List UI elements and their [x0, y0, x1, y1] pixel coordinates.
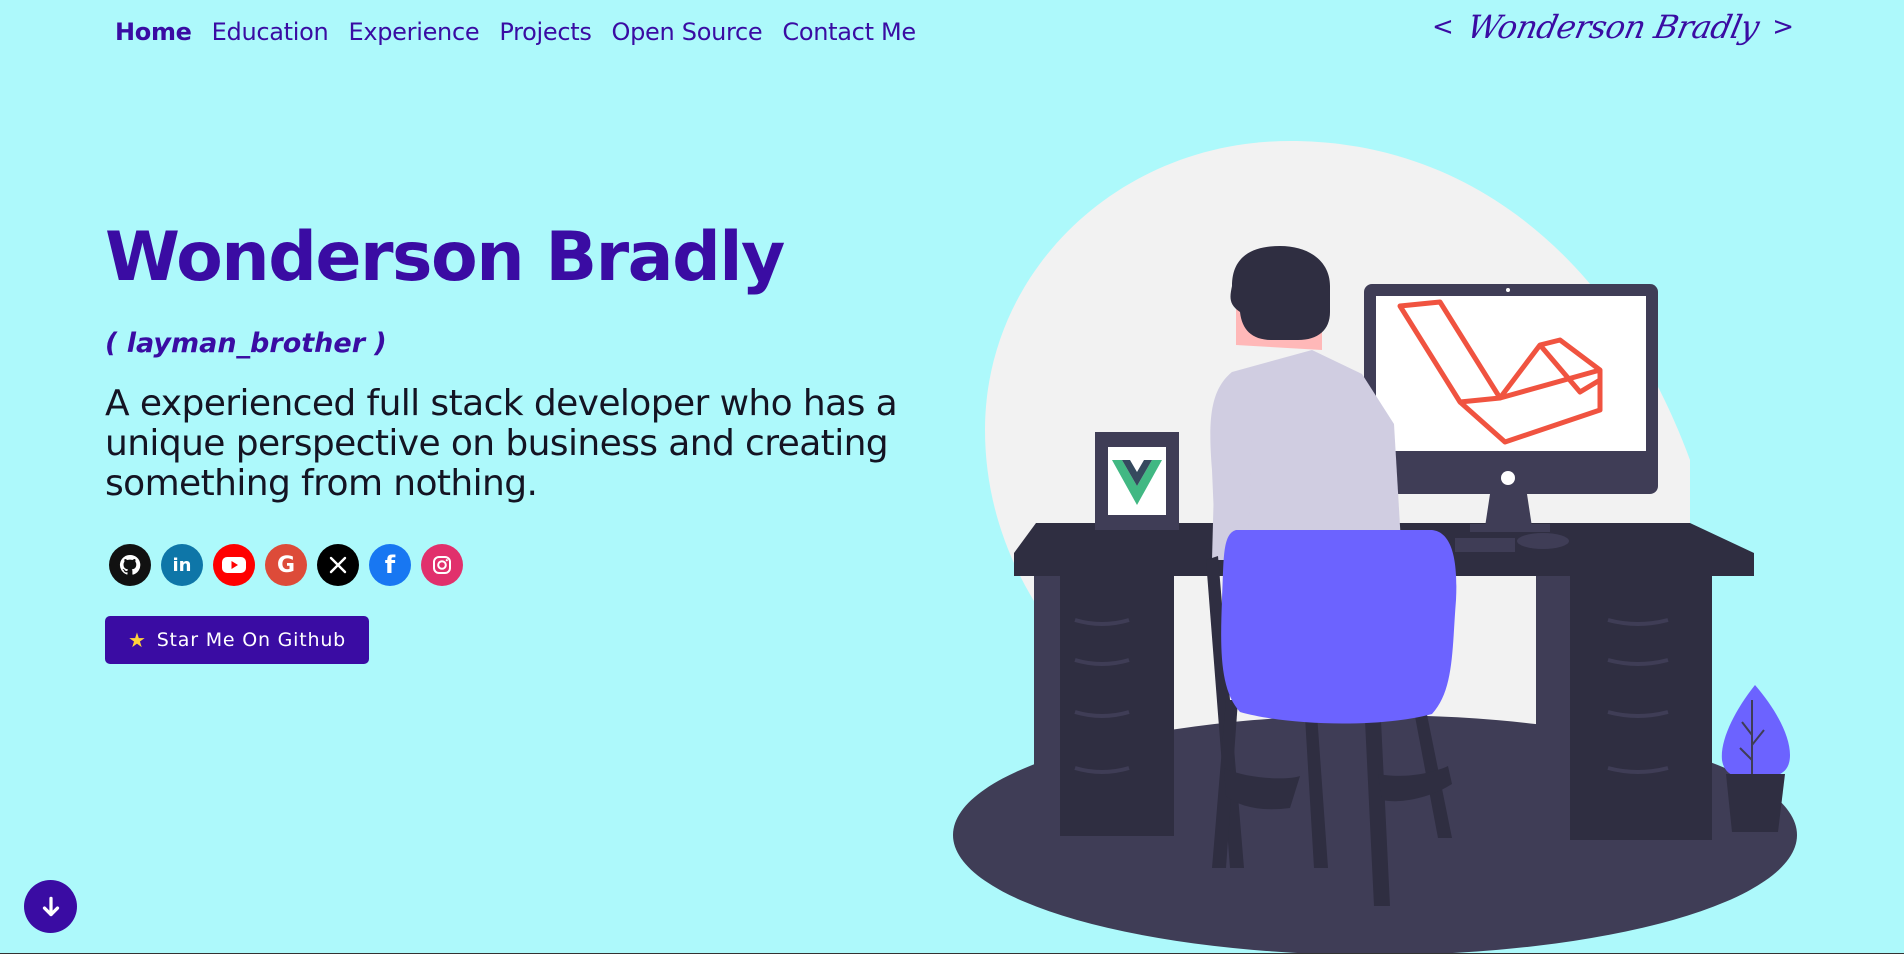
google-link[interactable]: G	[265, 544, 307, 586]
logo-close-bracket: >	[1772, 12, 1794, 42]
google-icon: G	[276, 552, 296, 578]
github-link[interactable]	[109, 544, 151, 586]
page: Home Education Experience Projects Open …	[0, 0, 1904, 954]
nav-contact-link[interactable]: Contact Me	[772, 14, 925, 50]
nav-education-link[interactable]: Education	[202, 14, 339, 50]
logo-open-bracket: <	[1431, 12, 1454, 42]
star-github-button[interactable]: ★ Star Me On Github	[105, 616, 369, 664]
instagram-icon	[433, 556, 451, 574]
instagram-link[interactable]	[421, 544, 463, 586]
plant-icon	[1721, 685, 1790, 832]
nav-experience-link[interactable]: Experience	[338, 14, 489, 50]
keyboard	[1455, 538, 1515, 552]
mouse	[1517, 533, 1569, 549]
hero-title: Wonderson Bradly	[105, 218, 785, 297]
star-github-label: Star Me On Github	[156, 629, 347, 651]
nav-projects-link[interactable]: Projects	[489, 14, 601, 50]
facebook-link[interactable]: f	[369, 544, 411, 586]
vue-frame	[1095, 432, 1179, 530]
arrow-down-icon	[42, 896, 59, 916]
youtube-link[interactable]	[213, 544, 255, 586]
logo-signature: Wonderson Bradly	[1463, 8, 1763, 46]
hero-description: A experienced full stack developer who h…	[105, 383, 898, 504]
x-link[interactable]	[317, 544, 359, 586]
youtube-icon	[222, 557, 246, 573]
main-nav: Home Education Experience Projects Open …	[115, 14, 926, 50]
github-icon	[119, 554, 141, 575]
social-links: in G f	[109, 544, 463, 586]
linkedin-link[interactable]: in	[161, 544, 203, 586]
facebook-icon: f	[384, 551, 396, 579]
x-icon	[329, 556, 347, 574]
linkedin-icon: in	[172, 554, 192, 576]
star-icon: ★	[127, 628, 147, 652]
developer-illustration	[953, 141, 1797, 954]
nav-open-source-link[interactable]: Open Source	[602, 14, 773, 50]
site-logo[interactable]: < Wonderson Bradly >	[1432, 8, 1794, 46]
hero-alias: ( layman_brother )	[105, 328, 387, 359]
nav-home-link[interactable]: Home	[115, 14, 202, 50]
scroll-down-button[interactable]	[24, 880, 77, 933]
